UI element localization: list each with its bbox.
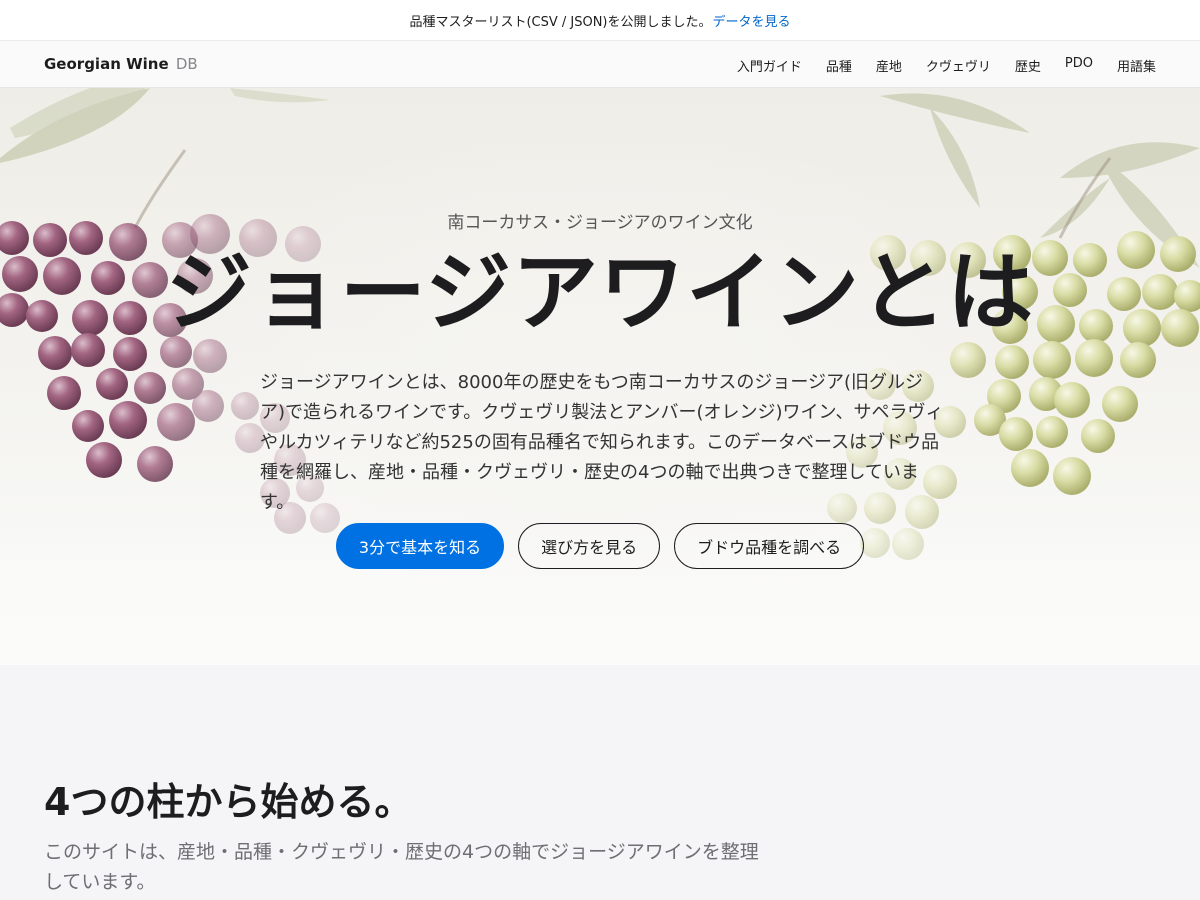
nav-link-regions[interactable]: 産地 <box>876 56 902 75</box>
section-title: 4つの柱から始める。 <box>44 780 413 824</box>
top-nav: Georgian Wine DB 入門ガイド 品種 産地 クヴェヴリ 歴史 PD… <box>0 40 1200 88</box>
nav-link-glossary[interactable]: 用語集 <box>1117 56 1156 75</box>
nav-link-history[interactable]: 歴史 <box>1015 56 1041 75</box>
hero: 南コーカサス・ジョージアのワイン文化 ジョージアワインとは ジョージアワインとは… <box>0 88 1200 665</box>
hero-title: ジョージアワインとは <box>165 243 1035 343</box>
browse-varieties-button[interactable]: ブドウ品種を調べる <box>674 523 865 569</box>
brand-name: Georgian Wine <box>44 55 169 73</box>
nav-link-guide[interactable]: 入門ガイド <box>737 56 802 75</box>
hero-buttons: 3分で基本を知る 選び方を見る ブドウ品種を調べる <box>0 523 1200 569</box>
nav-links: 入門ガイド 品種 産地 クヴェヴリ 歴史 PDO 用語集 <box>737 56 1156 75</box>
hero-eyebrow: 南コーカサス・ジョージアのワイン文化 <box>447 213 753 233</box>
brand-suffix: DB <box>175 55 198 73</box>
section-description: このサイトは、産地・品種・クヴェヴリ・歴史の4つの軸でジョージアワインを整理して… <box>44 841 759 893</box>
how-to-choose-button[interactable]: 選び方を見る <box>518 523 661 569</box>
announcement-bar: 品種マスターリスト(CSV / JSON)を公開しました。 データを見る <box>0 0 1200 40</box>
announcement-text: 品種マスターリスト(CSV / JSON)を公開しました。 <box>409 14 712 30</box>
hero-description: ジョージアワインとは、8000年の歴史をもつ南コーカサスのジョージア(旧グルジア… <box>260 372 944 513</box>
basics-button[interactable]: 3分で基本を知る <box>335 523 505 569</box>
nav-link-qvevri[interactable]: クヴェヴリ <box>926 56 991 75</box>
nav-link-pdo[interactable]: PDO <box>1065 56 1093 75</box>
nav-link-varieties[interactable]: 品種 <box>826 56 852 75</box>
announcement-link[interactable]: データを見る <box>713 11 791 30</box>
pillars-section: 4つの柱から始める。 このサイトは、産地・品種・クヴェヴリ・歴史の4つの軸でジョ… <box>0 665 1200 900</box>
brand-logo[interactable]: Georgian Wine DB <box>44 55 198 73</box>
